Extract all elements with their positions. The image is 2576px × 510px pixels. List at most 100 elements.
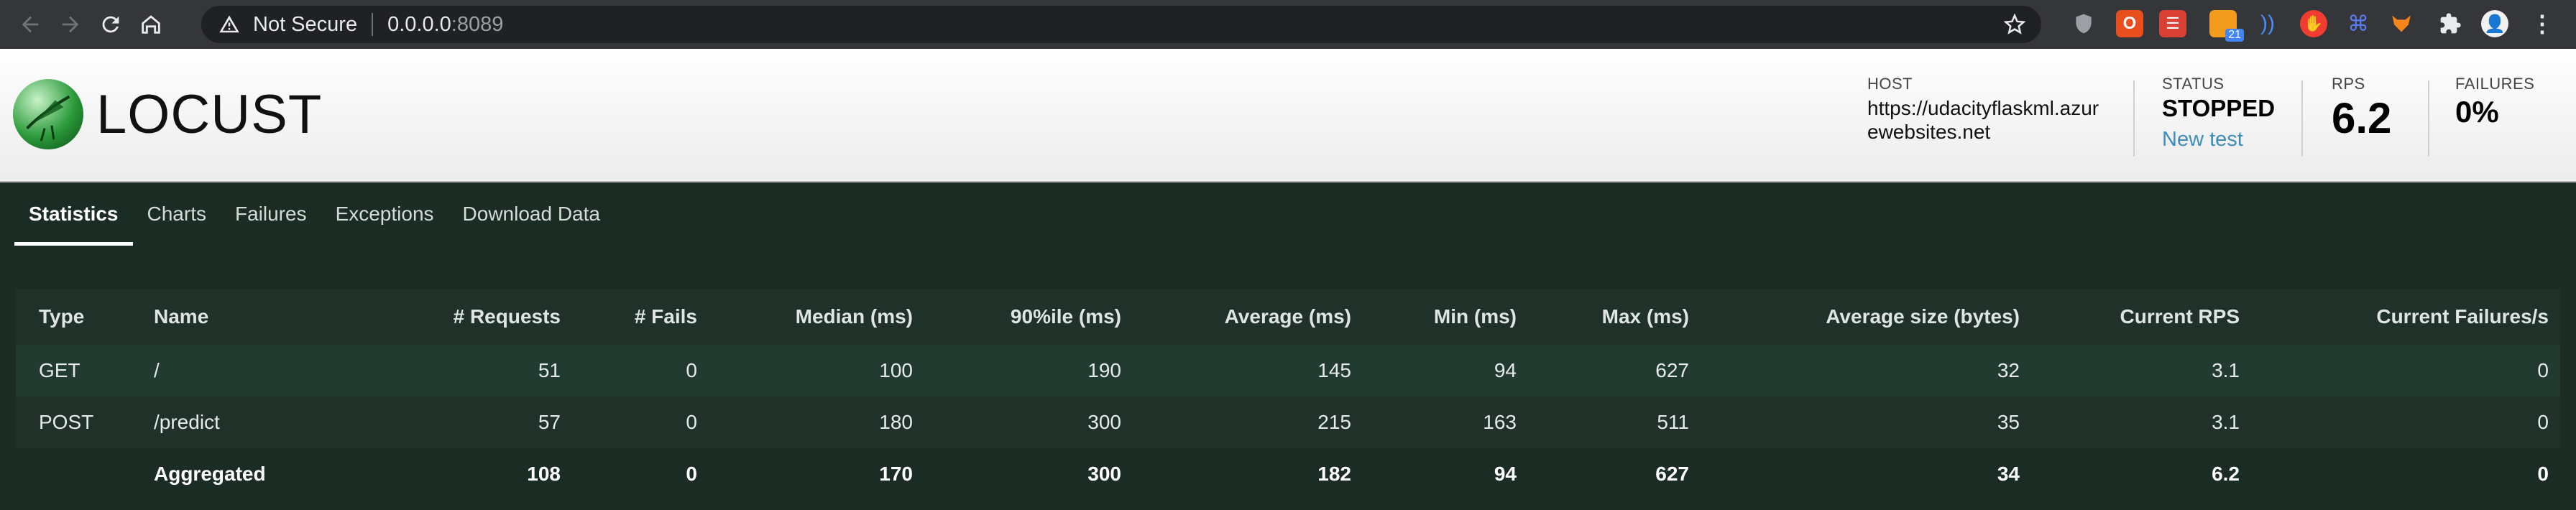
logo-text: LOCUST	[96, 83, 323, 145]
col-header-name[interactable]: Name	[145, 289, 361, 345]
col-header-fails[interactable]: # Fails	[569, 289, 706, 345]
bookmark-star-icon[interactable]	[2004, 14, 2025, 35]
tab-exceptions[interactable]: Exceptions	[321, 182, 448, 246]
home-button[interactable]	[131, 4, 171, 45]
status-value: STOPPED	[2162, 95, 2276, 121]
cell-avg-size: 34	[1698, 448, 2028, 500]
profile-avatar[interactable]: 👤	[2481, 10, 2508, 37]
more-menu-icon[interactable]: ⋮	[2529, 10, 2556, 37]
tab-failures[interactable]: Failures	[221, 182, 321, 246]
table-row: POST /predict 57 0 180 300 215 163 511 3…	[16, 397, 2560, 448]
failures-value: 0%	[2455, 95, 2499, 129]
forward-button[interactable]	[50, 4, 91, 45]
cell-min: 94	[1360, 345, 1525, 397]
table-row: GET / 51 0 100 190 145 94 627 32 3.1 0	[16, 345, 2560, 397]
cell-name: /	[145, 345, 361, 397]
cell-name: /predict	[145, 397, 361, 448]
cell-max: 511	[1525, 397, 1698, 448]
cell-current-rps: 3.1	[2028, 397, 2248, 448]
tab-bar: Statistics Charts Failures Exceptions Do…	[14, 182, 615, 246]
cell-fails: 0	[569, 345, 706, 397]
cell-90ile: 300	[921, 397, 1130, 448]
status-label: STATUS	[2162, 75, 2225, 93]
statistics-table: Type Name # Requests # Fails Median (ms)…	[16, 289, 2560, 500]
puzzle-extensions-icon[interactable]	[2437, 10, 2464, 37]
cell-median: 170	[706, 448, 921, 500]
divider	[2428, 80, 2429, 157]
cell-current-rps: 3.1	[2028, 345, 2248, 397]
divider	[2133, 80, 2135, 157]
col-header-avg-size[interactable]: Average size (bytes)	[1698, 289, 2028, 345]
cell-average: 182	[1130, 448, 1360, 500]
extension-badge: 21	[2225, 29, 2244, 42]
col-header-median[interactable]: Median (ms)	[706, 289, 921, 345]
cell-type: POST	[16, 397, 145, 448]
locust-logo-icon	[13, 79, 83, 149]
fox-extension-icon[interactable]	[2388, 10, 2415, 37]
cell-requests: 57	[361, 397, 569, 448]
cell-requests: 108	[361, 448, 569, 500]
cell-current-rps: 6.2	[2028, 448, 2248, 500]
col-header-current-failures[interactable]: Current Failures/s	[2248, 289, 2560, 345]
host-value: https://udacityflaskml.azurewebsites.net	[1867, 97, 2099, 143]
address-bar[interactable]: Not Secure 0.0.0.0:8089	[201, 6, 2041, 43]
cell-fails: 0	[569, 397, 706, 448]
col-header-90ile[interactable]: 90%ile (ms)	[921, 289, 1130, 345]
status-box: STATUS STOPPED New test	[2162, 75, 2275, 152]
todoist-extension-icon[interactable]: ☰	[2159, 10, 2186, 37]
table-header-row: Type Name # Requests # Fails Median (ms)…	[16, 289, 2560, 345]
back-button[interactable]	[10, 4, 50, 45]
col-header-current-rps[interactable]: Current RPS	[2028, 289, 2248, 345]
statistics-table-container: Type Name # Requests # Fails Median (ms)…	[16, 289, 2560, 504]
reload-icon	[102, 16, 119, 33]
arrow-left-icon	[22, 16, 39, 33]
cell-current-failures: 0	[2248, 397, 2560, 448]
cell-average: 215	[1130, 397, 1360, 448]
col-header-max[interactable]: Max (ms)	[1525, 289, 1698, 345]
adblock-extension-icon[interactable]: ✋	[2300, 10, 2327, 37]
arrow-right-icon	[62, 16, 79, 33]
cell-avg-size: 32	[1698, 345, 2028, 397]
cell-90ile: 300	[921, 448, 1130, 500]
shield-extension-icon[interactable]	[2070, 10, 2097, 37]
cell-current-failures: 0	[2248, 345, 2560, 397]
grid-extension-icon[interactable]: ⌘	[2345, 10, 2372, 37]
url-port: :8089	[451, 12, 504, 36]
tab-charts[interactable]: Charts	[133, 182, 221, 246]
rps-box: RPS 6.2	[2332, 75, 2391, 143]
rps-label: RPS	[2332, 75, 2365, 93]
cell-type: GET	[16, 345, 145, 397]
cell-fails: 0	[569, 448, 706, 500]
host-label: HOST	[1867, 75, 1913, 93]
office-extension-icon[interactable]: O	[2116, 10, 2143, 37]
url-host: 0.0.0.0	[387, 12, 451, 36]
col-header-min[interactable]: Min (ms)	[1360, 289, 1525, 345]
browser-toolbar: Not Secure 0.0.0.0:8089 O ☰ 21 )) ✋ ⌘ 👤 …	[0, 0, 2576, 49]
cell-name: Aggregated	[145, 448, 361, 500]
cell-avg-size: 35	[1698, 397, 2028, 448]
cell-median: 100	[706, 345, 921, 397]
audio-extension-icon[interactable]: ))	[2254, 10, 2281, 37]
cell-type	[16, 448, 145, 500]
cell-min: 163	[1360, 397, 1525, 448]
calendar-extension-icon[interactable]: 21	[2209, 10, 2244, 42]
cell-requests: 51	[361, 345, 569, 397]
rps-value: 6.2	[2332, 94, 2392, 142]
cell-max: 627	[1525, 448, 1698, 500]
divider	[2301, 80, 2303, 157]
home-icon	[142, 15, 160, 34]
new-test-link[interactable]: New test	[2162, 128, 2275, 152]
col-header-average[interactable]: Average (ms)	[1130, 289, 1360, 345]
security-label: Not Secure	[253, 12, 358, 36]
col-header-type[interactable]: Type	[16, 289, 145, 345]
cell-average: 145	[1130, 345, 1360, 397]
col-header-requests[interactable]: # Requests	[361, 289, 569, 345]
tab-statistics[interactable]: Statistics	[14, 182, 133, 246]
locust-logo: LOCUST	[13, 79, 322, 149]
cell-median: 180	[706, 397, 921, 448]
reload-button[interactable]	[91, 4, 131, 45]
host-box: HOST https://udacityflaskml.azurewebsite…	[1867, 75, 2104, 144]
failures-box: FAILURES 0%	[2455, 75, 2534, 129]
failures-label: FAILURES	[2455, 75, 2535, 93]
tab-download-data[interactable]: Download Data	[448, 182, 615, 246]
